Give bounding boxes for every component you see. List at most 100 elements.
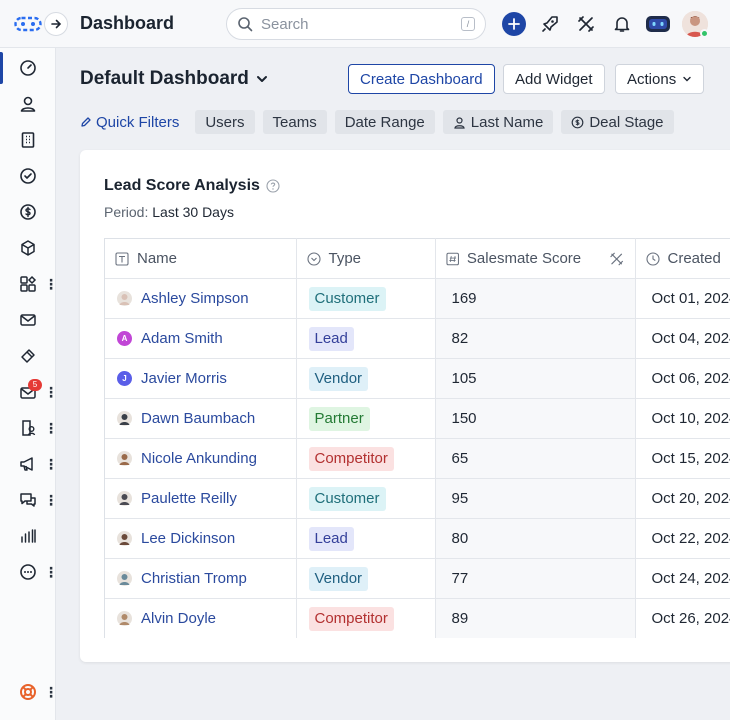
sidebar-item-more[interactable]: ⋮ xyxy=(0,554,58,590)
sidebar: ⋮ 5 ⋮ ⋮ ⋮ ⋮ ⋮ ⋮ xyxy=(0,48,58,720)
cell-type: Competitor xyxy=(296,438,436,479)
avatar-initial: J xyxy=(122,374,127,383)
global-search[interactable]: / xyxy=(226,8,486,40)
contact-name-link[interactable]: Dawn Baumbach xyxy=(141,410,255,427)
contact-name-link[interactable]: Christian Tromp xyxy=(141,570,247,587)
column-header-salesmate-score[interactable]: Salesmate Score xyxy=(435,238,636,279)
sidebar-item-campaigns[interactable]: ⋮ xyxy=(0,446,58,482)
table-row[interactable]: Paulette Reilly Customer 95 Oct 20, 2024 xyxy=(105,478,730,519)
document-user-icon xyxy=(22,420,36,436)
user-icon xyxy=(20,96,36,112)
table-row[interactable]: Alvin Doyle Competitor 89 Oct 26, 2024 xyxy=(105,598,730,638)
avatar xyxy=(117,611,132,626)
type-badge: Vendor xyxy=(308,566,369,591)
period-value: Last 30 Days xyxy=(152,204,234,220)
column-header-name[interactable]: Name xyxy=(105,238,297,279)
table-row[interactable]: J Javier Morris Vendor 105 Oct 06, 2024 xyxy=(105,358,730,399)
avatar xyxy=(117,451,132,466)
tools-button[interactable] xyxy=(574,12,598,36)
avatar xyxy=(117,491,132,506)
filter-chip-teams[interactable]: Teams xyxy=(262,110,327,134)
contact-name-link[interactable]: Lee Dickinson xyxy=(141,530,235,547)
cell-type: Vendor xyxy=(296,358,436,399)
contact-name-link[interactable]: Adam Smith xyxy=(141,330,223,347)
sidebar-item-apps[interactable]: ⋮ xyxy=(0,266,58,302)
contact-name-link[interactable]: Paulette Reilly xyxy=(141,490,237,507)
cell-score: 89 xyxy=(435,598,636,638)
quick-add-button[interactable] xyxy=(502,12,526,36)
tools-icon[interactable] xyxy=(609,251,624,267)
sidebar-item-inbox[interactable]: 5 ⋮ xyxy=(0,374,58,410)
filter-chip-deal-stage[interactable]: Deal Stage xyxy=(561,110,674,134)
main-content: Default Dashboard Create Dashboard Add W… xyxy=(56,48,730,720)
column-header-type[interactable]: Type xyxy=(296,238,436,279)
cell-score: 105 xyxy=(435,358,636,399)
filter-chip-label: Teams xyxy=(272,113,317,131)
sidebar-item-help[interactable]: ⋮ xyxy=(0,674,58,710)
sidebar-item-deals[interactable] xyxy=(0,194,56,230)
quick-filters-toggle[interactable]: Quick Filters xyxy=(80,114,179,131)
dashboard-selector[interactable]: Default Dashboard xyxy=(80,68,269,90)
cell-name: Christian Tromp xyxy=(105,558,297,599)
search-input[interactable] xyxy=(261,15,461,33)
sidebar-item-products[interactable] xyxy=(0,230,56,266)
sidebar-item-reports[interactable] xyxy=(0,518,56,554)
notifications-button[interactable] xyxy=(610,12,634,36)
megaphone-icon xyxy=(20,457,33,471)
filter-chip-date-range[interactable]: Date Range xyxy=(334,110,435,134)
table-row[interactable]: Lee Dickinson Lead 80 Oct 22, 2024 xyxy=(105,518,730,559)
pencil-icon xyxy=(81,117,91,127)
contact-name-link[interactable]: Alvin Doyle xyxy=(141,610,216,627)
rocket-button[interactable] xyxy=(538,12,562,36)
app-title: Dashboard xyxy=(80,13,175,33)
help-icon[interactable] xyxy=(266,179,280,193)
table-row[interactable]: Ashley Simpson Customer 169 Oct 01, 2024 xyxy=(105,278,730,319)
cell-score: 65 xyxy=(435,438,636,479)
avatar xyxy=(117,571,132,586)
type-badge: Lead xyxy=(308,326,354,351)
sidebar-toggle-button[interactable] xyxy=(44,12,68,36)
sidebar-item-dashboard[interactable] xyxy=(0,50,56,86)
top-bar: Dashboard / xyxy=(0,0,730,48)
online-status-dot xyxy=(700,29,709,38)
contact-name-link[interactable]: Nicole Ankunding xyxy=(141,450,257,467)
ai-assistant-button[interactable] xyxy=(644,12,672,36)
sidebar-item-chat[interactable]: ⋮ xyxy=(0,482,58,518)
sidebar-item-tasks[interactable] xyxy=(0,158,56,194)
table-row[interactable]: Christian Tromp Vendor 77 Oct 24, 2024 xyxy=(105,558,730,599)
table-row[interactable]: Dawn Baumbach Partner 150 Oct 10, 2024 xyxy=(105,398,730,439)
filter-chip-last-name[interactable]: Last Name xyxy=(442,110,554,134)
actions-button[interactable]: Actions xyxy=(615,64,705,94)
type-badge: Competitor xyxy=(308,446,394,471)
sidebar-item-email[interactable] xyxy=(0,302,56,338)
building-icon xyxy=(21,132,35,148)
dollar-circle-icon xyxy=(571,116,584,128)
sidebar-item-companies[interactable] xyxy=(0,122,56,158)
sidebar-item-contacts[interactable] xyxy=(0,86,56,122)
table-row[interactable]: A Adam Smith Lead 82 Oct 04, 2024 xyxy=(105,318,730,359)
chevron-down-icon xyxy=(683,76,691,82)
column-header-created[interactable]: Created xyxy=(635,238,730,279)
salesmate-logo-icon[interactable] xyxy=(14,15,42,33)
filter-chip-label: Users xyxy=(205,113,245,131)
contact-name-link[interactable]: Ashley Simpson xyxy=(141,290,249,307)
clock-icon xyxy=(645,251,660,266)
type-badge: Partner xyxy=(308,406,370,431)
avatar: J xyxy=(117,371,132,386)
cell-type: Lead xyxy=(296,318,436,359)
filter-chip-label: Deal Stage xyxy=(589,113,664,131)
sidebar-item-forms[interactable]: ⋮ xyxy=(0,410,58,446)
cell-created: Oct 22, 2024 xyxy=(635,518,730,559)
cell-created: Oct 01, 2024 xyxy=(635,278,730,319)
cube-icon xyxy=(21,240,35,256)
sidebar-item-tickets[interactable] xyxy=(0,338,56,374)
table-row[interactable]: Nicole Ankunding Competitor 65 Oct 15, 2024 xyxy=(105,438,730,479)
contact-name-link[interactable]: Javier Morris xyxy=(141,370,227,387)
create-dashboard-button[interactable]: Create Dashboard xyxy=(348,64,495,94)
add-widget-button[interactable]: Add Widget xyxy=(503,64,605,94)
chat-icon xyxy=(20,493,36,507)
filter-chip-users[interactable]: Users xyxy=(195,110,255,134)
cell-name: Paulette Reilly xyxy=(105,478,297,519)
text-field-icon xyxy=(115,251,129,266)
cell-name: Ashley Simpson xyxy=(105,278,297,319)
